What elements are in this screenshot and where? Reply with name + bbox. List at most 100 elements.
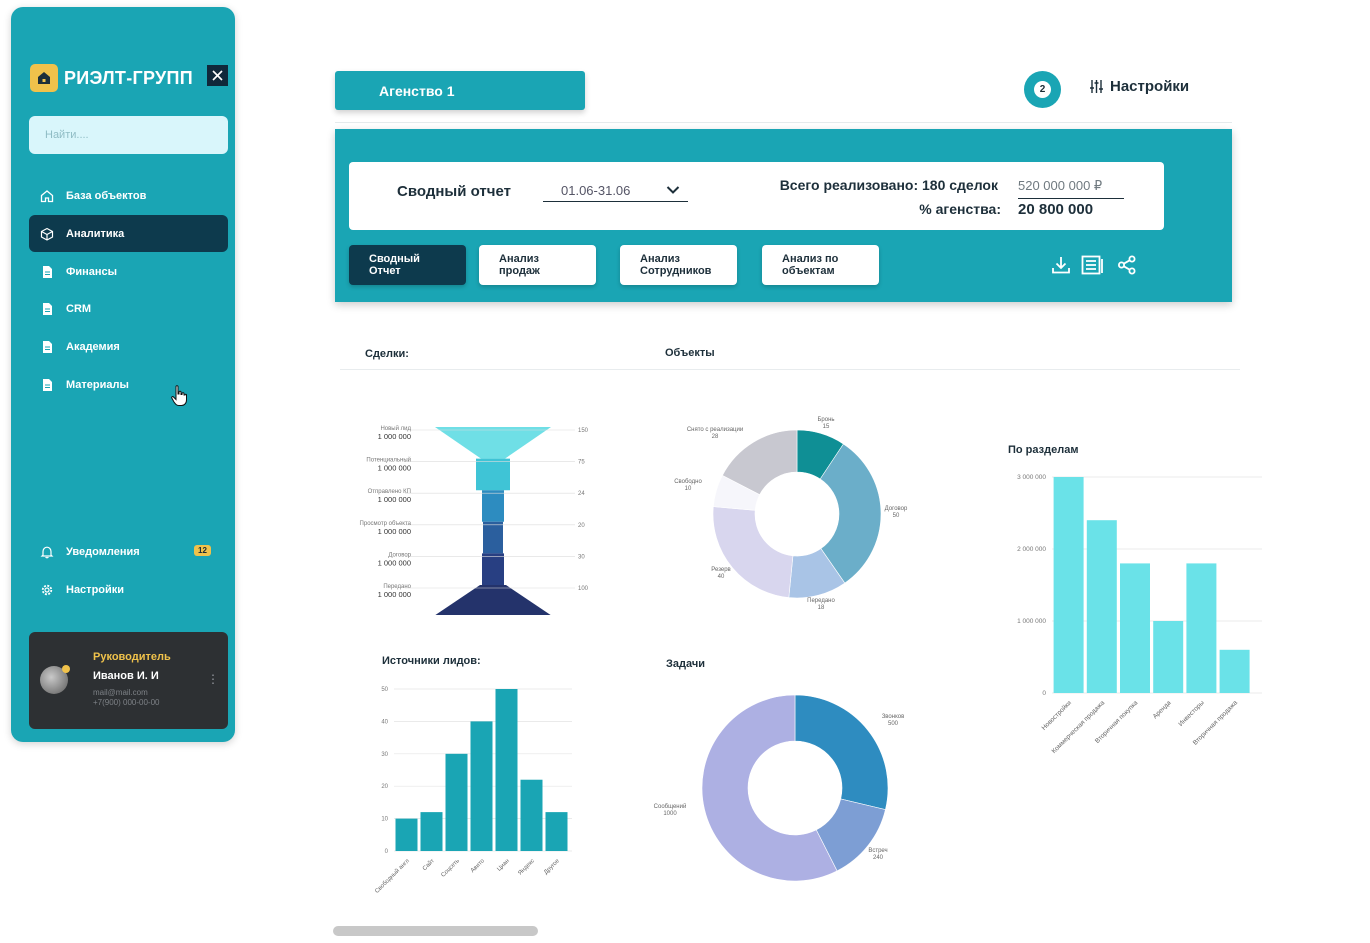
- x-tick-label: Соцсеть: [440, 858, 461, 879]
- funnel-stage-amount: 1 000 000: [378, 527, 411, 536]
- tab-label-line2: Сотрудников: [640, 265, 712, 277]
- report-title: Сводный отчет: [397, 183, 511, 200]
- funnel-stage-count: 100: [578, 586, 589, 592]
- funnel-stage-count: 75: [578, 460, 585, 466]
- funnel-stage-count: 20: [578, 523, 585, 529]
- bar: [545, 812, 568, 851]
- tab-objects-analysis[interactable]: Анализ по объектам: [762, 245, 879, 285]
- agency-percent-label: % агенства:: [919, 201, 1001, 217]
- tab-label-line2: продаж: [499, 265, 540, 277]
- user-role: Руководитель: [93, 651, 171, 663]
- sidebar-item-notifications[interactable]: Уведомления 12: [29, 533, 228, 570]
- total-sold-label: Всего реализовано: 180 сделок: [779, 177, 998, 193]
- notification-count-badge: 12: [194, 545, 211, 556]
- funnel-stage: [483, 521, 503, 554]
- agency-percent-value: 20 800 000: [1018, 201, 1094, 218]
- x-tick-label: Аренда: [1152, 699, 1173, 720]
- house-logo-icon: [30, 64, 58, 92]
- slice-label: Договор: [885, 506, 908, 512]
- home-icon: [40, 189, 54, 202]
- search-box[interactable]: [29, 116, 228, 154]
- gear-icon: [41, 584, 53, 595]
- sidebar-item-label: Материалы: [66, 378, 129, 391]
- document-icon: [43, 265, 52, 278]
- hand-cursor-icon: [171, 385, 187, 406]
- user-email: mail@mail.com: [93, 688, 148, 697]
- report-list-icon[interactable]: [1081, 255, 1105, 275]
- tab-label-line1: Сводный: [369, 253, 420, 265]
- y-tick-label: 50: [381, 687, 388, 693]
- sidebar-item-objects[interactable]: База объектов: [29, 177, 228, 214]
- sidebar: РИЭЛТ-ГРУПП База объектов Аналитика Фина…: [11, 7, 235, 742]
- slice-value: 15: [823, 424, 830, 430]
- sidebar-item-crm[interactable]: CRM: [29, 290, 228, 327]
- total-sold-value: 520 000 000 ₽: [1018, 178, 1103, 193]
- close-icon[interactable]: [207, 65, 228, 86]
- funnel-stage-name: Новый лид: [380, 425, 411, 432]
- sidebar-item-label: Академия: [66, 340, 120, 353]
- slice-value: 500: [888, 721, 899, 727]
- period-select[interactable]: 01.06-31.06: [543, 179, 688, 202]
- tab-label-line2: объектам: [782, 265, 835, 277]
- tasks-title: Задачи: [666, 658, 705, 670]
- x-tick-label: Циан: [496, 858, 510, 872]
- bell-icon: [40, 546, 54, 558]
- bar: [495, 689, 518, 851]
- deals-funnel-chart: Новый лид1 000 000150Потенциальный1 000 …: [360, 425, 589, 615]
- tab-sales-analysis[interactable]: Анализ продаж: [479, 245, 596, 285]
- bar: [470, 721, 493, 851]
- x-tick-label: Новостройки: [1040, 699, 1073, 732]
- slice-value: 18: [818, 605, 825, 611]
- x-tick-label: Сайт: [421, 857, 436, 872]
- value-divider: [1018, 198, 1124, 199]
- more-options-icon[interactable]: ⋮: [207, 672, 219, 686]
- deals-section-title: Сделки:: [365, 348, 409, 360]
- user-profile-card[interactable]: Руководитель Иванов И. И mail@mail.com +…: [29, 632, 228, 729]
- tab-label-line1: Анализ по: [782, 253, 839, 265]
- summary-card: Сводный отчет 01.06-31.06 Всего реализов…: [349, 162, 1164, 230]
- horizontal-scrollbar[interactable]: [333, 926, 538, 936]
- funnel-stage-amount: 1 000 000: [378, 464, 411, 473]
- funnel-stage-amount: 1 000 000: [378, 432, 411, 441]
- sidebar-item-label: Финансы: [66, 265, 118, 278]
- slice-label: Передано: [807, 598, 835, 604]
- funnel-stage-amount: 1 000 000: [378, 590, 411, 599]
- funnel-stage: [435, 427, 551, 459]
- bar: [1153, 621, 1184, 693]
- slice-value: 28: [712, 434, 719, 440]
- document-icon: [43, 378, 52, 391]
- notification-button[interactable]: 2: [1024, 71, 1061, 108]
- search-input[interactable]: [45, 129, 205, 141]
- funnel-stage-amount: 1 000 000: [378, 558, 411, 567]
- settings-label: Настройки: [1110, 78, 1190, 95]
- sidebar-item-analytics[interactable]: Аналитика: [29, 215, 228, 252]
- slice-label: Бронь: [817, 417, 834, 423]
- donut-slice: [712, 506, 794, 598]
- document-icon: [43, 340, 52, 353]
- tab-summary-report[interactable]: Сводный Отчет: [349, 245, 466, 285]
- agency-tab[interactable]: Агенство 1: [335, 71, 585, 110]
- report-panel: Сводный отчет 01.06-31.06 Всего реализов…: [335, 129, 1232, 302]
- slice-label: Свободно: [674, 479, 702, 485]
- sidebar-item-finance[interactable]: Финансы: [29, 253, 228, 290]
- sidebar-item-settings[interactable]: Настройки: [29, 571, 228, 608]
- x-tick-label: Яндекс: [517, 858, 536, 877]
- funnel-stage-count: 150: [578, 428, 589, 434]
- lead-sources-bar-chart: 0 10 20 30 40 50 Свободный англ Сайт Соцсеть Авит…: [374, 687, 572, 895]
- bar: [420, 812, 443, 851]
- y-tick-label: 40: [381, 719, 388, 725]
- sidebar-item-label: База объектов: [66, 189, 147, 202]
- slice-label: Резерв: [711, 567, 731, 573]
- y-tick-label: 0: [385, 849, 389, 855]
- funnel-stage: [476, 458, 510, 491]
- funnel-stage: [482, 490, 504, 522]
- funnel-stage-count: 24: [578, 491, 585, 497]
- bar: [520, 779, 543, 851]
- download-icon[interactable]: [1051, 255, 1071, 275]
- y-tick-label: 2 000 000: [1017, 546, 1046, 553]
- sidebar-item-materials[interactable]: Материалы: [29, 366, 228, 403]
- share-icon[interactable]: [1117, 255, 1137, 275]
- sidebar-item-academy[interactable]: Академия: [29, 328, 228, 365]
- tab-staff-analysis[interactable]: Анализ Сотрудников: [620, 245, 737, 285]
- settings-button[interactable]: Настройки: [1089, 78, 1189, 95]
